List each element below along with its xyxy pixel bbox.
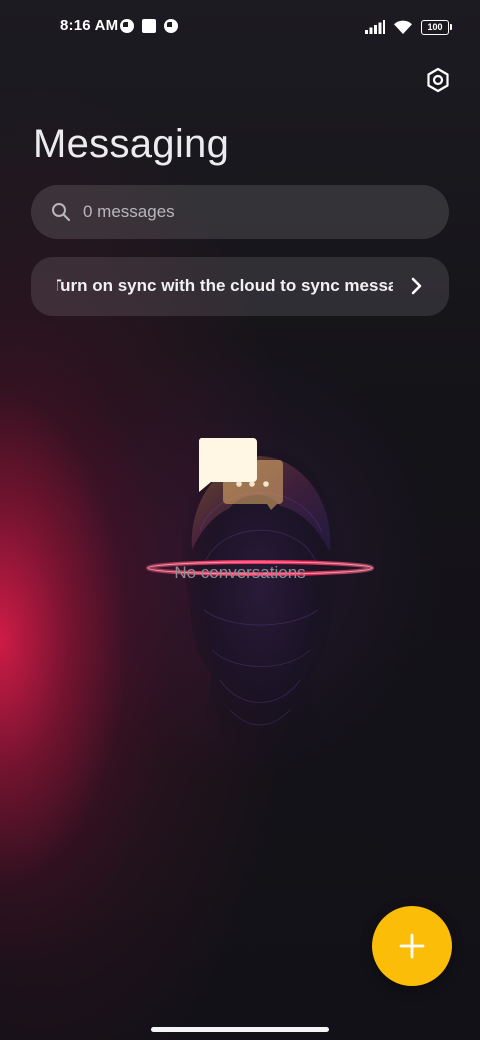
new-conversation-button[interactable]	[372, 906, 452, 986]
status-right-icons: 100	[365, 19, 452, 35]
signal-icon	[365, 20, 385, 34]
notification-icon	[120, 19, 134, 33]
sync-text-wrap: Turn on sync with the cloud to sync mess…	[57, 257, 393, 316]
battery-level: 100	[427, 21, 443, 32]
settings-button[interactable]	[424, 66, 452, 94]
wifi-icon	[394, 20, 412, 34]
search-placeholder: 0 messages	[83, 202, 175, 221]
search-icon	[52, 203, 71, 222]
battery-icon: 100	[421, 19, 452, 35]
sync-banner[interactable]: Turn on sync with the cloud to sync mess…	[31, 257, 449, 316]
settings-icon	[427, 67, 449, 93]
status-bar: 8:16 AM 100	[0, 0, 480, 56]
plus-icon	[399, 933, 425, 959]
notification-icon	[164, 19, 178, 33]
chat-bubbles-icon	[198, 438, 283, 510]
home-indicator[interactable]	[151, 1027, 329, 1032]
empty-state-label: No conversations	[174, 563, 306, 582]
search-bar[interactable]: 0 messages	[31, 185, 449, 239]
stop-icon	[142, 19, 156, 33]
sync-banner-text: Turn on sync with the cloud to sync mess…	[57, 276, 393, 295]
status-time: 8:16 AM	[60, 17, 119, 34]
page-title: Messaging	[33, 122, 230, 166]
status-left-icons	[120, 19, 178, 33]
chevron-right-icon	[411, 277, 422, 295]
